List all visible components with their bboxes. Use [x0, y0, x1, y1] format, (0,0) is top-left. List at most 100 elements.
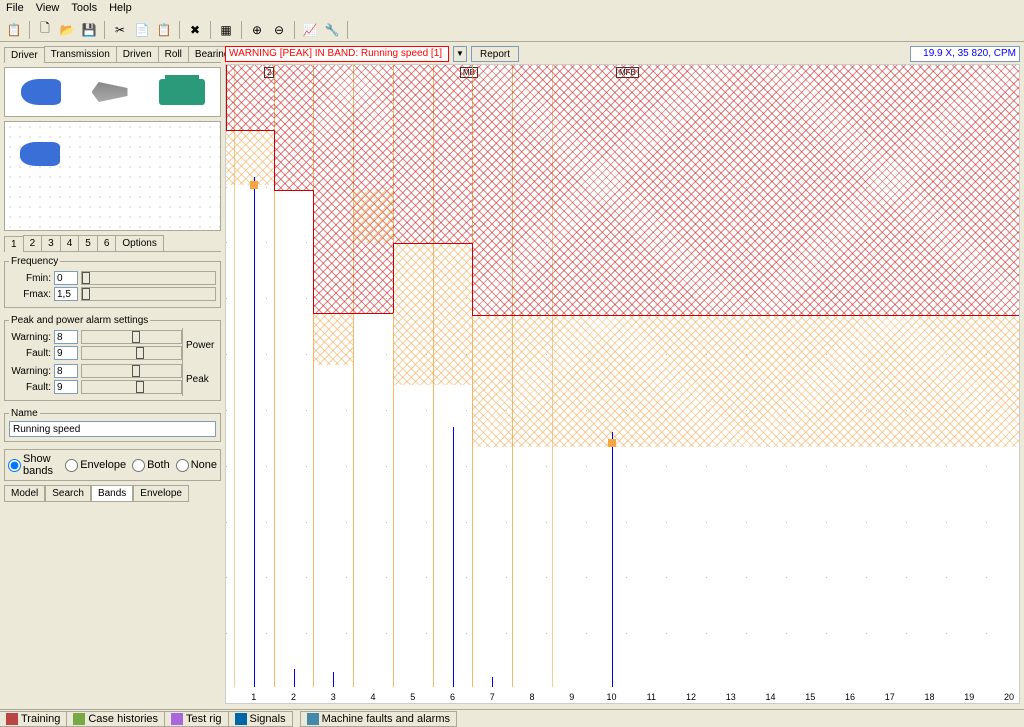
status-test-rig[interactable]: Test rig	[164, 711, 228, 727]
component-tabs: Driver Transmission Driven Roll Bearing	[4, 46, 221, 63]
tab-driver[interactable]: Driver	[4, 47, 45, 63]
peak-fault-input[interactable]	[54, 380, 78, 394]
btab-search[interactable]: Search	[45, 485, 91, 502]
xtick-12: 12	[686, 692, 696, 702]
faults-icon	[307, 713, 319, 725]
xtick-18: 18	[925, 692, 935, 702]
tab-driven[interactable]: Driven	[116, 46, 159, 62]
bottom-tabs: Model Search Bands Envelope	[4, 485, 221, 502]
open-icon[interactable]: 📂	[57, 20, 77, 40]
status-training[interactable]: Training	[0, 711, 67, 727]
fmax-slider[interactable]	[81, 287, 216, 301]
frequency-legend: Frequency	[9, 256, 60, 267]
menu-help[interactable]: Help	[109, 2, 132, 16]
cursor-readout: 19.9 X, 35 820, CPM	[910, 46, 1020, 62]
separator	[29, 21, 30, 39]
tab-roll[interactable]: Roll	[158, 46, 189, 62]
numtab-4[interactable]: 4	[60, 235, 80, 251]
name-legend: Name	[9, 408, 40, 419]
peak-fault-slider[interactable]	[81, 380, 182, 394]
separator	[179, 21, 180, 39]
power-warn-label: Warning:	[9, 332, 51, 343]
fmin-input[interactable]	[54, 271, 78, 285]
paste-icon[interactable]: 📋	[154, 20, 174, 40]
copy-icon[interactable]: 📄	[132, 20, 152, 40]
menu-view[interactable]: View	[36, 2, 60, 16]
gearbox-icon[interactable]	[92, 82, 128, 102]
xtick-11: 11	[647, 692, 656, 702]
xtick-14: 14	[766, 692, 776, 702]
warning-dropdown[interactable]: ▼	[453, 46, 467, 62]
xtick-9: 9	[569, 692, 574, 702]
xtick-1: 1	[251, 692, 256, 702]
separator	[241, 21, 242, 39]
power-warn-input[interactable]	[54, 330, 78, 344]
separator	[104, 21, 105, 39]
frequency-group: Frequency Fmin: Fmax:	[4, 256, 221, 308]
case-icon	[73, 713, 85, 725]
xtick-4: 4	[371, 692, 376, 702]
fmin-slider[interactable]	[81, 271, 216, 285]
properties-icon[interactable]: 📋	[4, 20, 24, 40]
peak-warn-slider[interactable]	[81, 364, 182, 378]
zoom-out-icon[interactable]: ⊖	[269, 20, 289, 40]
numtab-5[interactable]: 5	[78, 235, 98, 251]
peak-warn-label: Warning:	[9, 366, 51, 377]
name-group: Name	[4, 408, 221, 442]
report-button[interactable]: Report	[471, 46, 519, 62]
menubar: File View Tools Help	[0, 0, 1024, 18]
motor-icon[interactable]	[21, 79, 61, 105]
numtab-1[interactable]: 1	[4, 236, 24, 252]
left-panel: Driver Transmission Driven Roll Bearing …	[0, 42, 225, 710]
menu-tools[interactable]: Tools	[71, 2, 97, 16]
btab-envelope[interactable]: Envelope	[133, 485, 189, 502]
spectrum-plot[interactable]: 2 MB MFB 1234567891011121314151617181920	[225, 64, 1020, 704]
xtick-6: 6	[450, 692, 455, 702]
model-canvas[interactable]	[4, 121, 221, 231]
grid-icon[interactable]: ▦	[216, 20, 236, 40]
radio-show-bands[interactable]: Show bands	[8, 453, 59, 477]
toolbar: 📋 🗋 📂 💾 ✂ 📄 📋 ✖ ▦ ⊕ ⊖ 📈 🔧	[0, 18, 1024, 42]
chart-icon[interactable]: 📈	[300, 20, 320, 40]
new-icon[interactable]: 🗋	[35, 20, 55, 40]
tab-transmission[interactable]: Transmission	[44, 46, 117, 62]
radio-envelope[interactable]: Envelope	[65, 459, 126, 472]
btab-bands[interactable]: Bands	[91, 485, 133, 502]
delete-icon[interactable]: ✖	[185, 20, 205, 40]
radio-both[interactable]: Both	[132, 459, 170, 472]
zoom-in-icon[interactable]: ⊕	[247, 20, 267, 40]
placed-motor-icon[interactable]	[20, 142, 60, 166]
name-input[interactable]	[9, 421, 216, 437]
status-case-histories[interactable]: Case histories	[66, 711, 165, 727]
config-icon[interactable]: 🔧	[322, 20, 342, 40]
power-fault-input[interactable]	[54, 346, 78, 360]
save-icon[interactable]: 💾	[79, 20, 99, 40]
menu-file[interactable]: File	[6, 2, 24, 16]
separator	[294, 21, 295, 39]
xtick-2: 2	[291, 692, 296, 702]
cut-icon[interactable]: ✂	[110, 20, 130, 40]
xtick-8: 8	[530, 692, 535, 702]
numtab-2[interactable]: 2	[23, 235, 43, 251]
separator	[347, 21, 348, 39]
numtab-3[interactable]: 3	[41, 235, 61, 251]
peak-label: Peak	[182, 362, 216, 396]
engine-icon[interactable]	[159, 79, 205, 105]
fmax-input[interactable]	[54, 287, 78, 301]
btab-model[interactable]: Model	[4, 485, 45, 502]
xtick-15: 15	[805, 692, 815, 702]
peak-1	[254, 177, 255, 687]
power-warn-slider[interactable]	[81, 330, 182, 344]
numtab-6[interactable]: 6	[97, 235, 117, 251]
component-palette	[4, 67, 221, 117]
status-faults[interactable]: Machine faults and alarms	[300, 711, 457, 727]
radio-none[interactable]: None	[176, 459, 217, 472]
peak-warn-input[interactable]	[54, 364, 78, 378]
numtab-options[interactable]: Options	[115, 235, 163, 251]
fmax-label: Fmax:	[9, 289, 51, 300]
statusbar: Training Case histories Test rig Signals…	[0, 709, 1024, 727]
power-fault-slider[interactable]	[81, 346, 182, 360]
peak-10	[612, 432, 613, 687]
test-icon	[171, 713, 183, 725]
status-signals[interactable]: Signals	[228, 711, 293, 727]
